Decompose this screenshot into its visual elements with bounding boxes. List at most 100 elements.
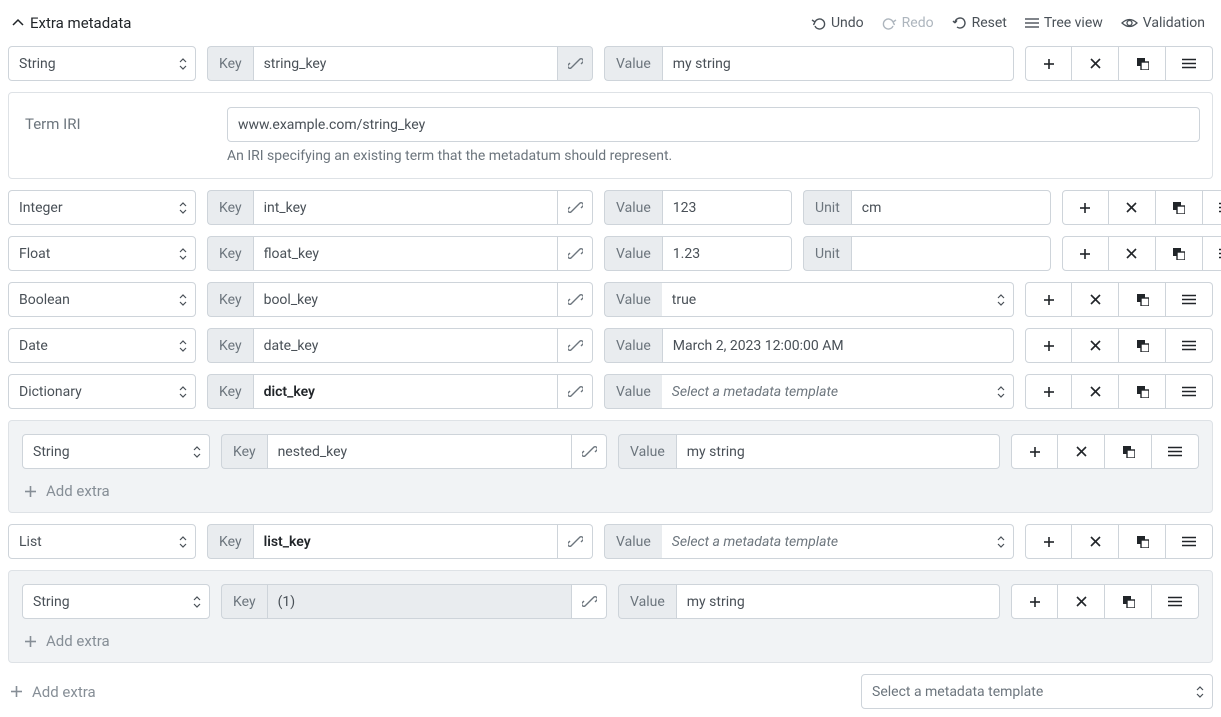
x-icon	[1076, 596, 1087, 607]
validation-button[interactable]: Validation	[1121, 15, 1205, 31]
date-input[interactable]	[662, 328, 1014, 363]
undo-button[interactable]: Undo	[811, 15, 864, 31]
type-select[interactable]: List	[8, 524, 196, 559]
drag-handle[interactable]	[1166, 524, 1213, 559]
redo-button[interactable]: Redo	[882, 15, 934, 31]
term-iri-input[interactable]	[227, 107, 1200, 142]
link-button[interactable]	[558, 46, 593, 81]
drag-handle[interactable]	[1166, 374, 1213, 409]
reset-button[interactable]: Reset	[952, 15, 1007, 31]
drag-handle[interactable]	[1203, 236, 1221, 271]
copy-button[interactable]	[1119, 524, 1166, 559]
key-input[interactable]	[253, 236, 558, 271]
section-toggle[interactable]: Extra metadata	[12, 14, 131, 32]
value-input[interactable]	[676, 584, 1000, 619]
template-value-select[interactable]: Select a metadata template	[662, 524, 1014, 559]
remove-button[interactable]	[1072, 524, 1119, 559]
copy-icon	[1172, 247, 1185, 260]
copy-button[interactable]	[1119, 282, 1166, 317]
drag-handle[interactable]	[1152, 434, 1199, 469]
link-button[interactable]	[572, 434, 607, 469]
remove-button[interactable]	[1072, 46, 1119, 81]
add-button[interactable]	[1011, 584, 1058, 619]
link-button[interactable]	[558, 374, 593, 409]
value-input[interactable]	[662, 46, 1014, 81]
type-select[interactable]: Date	[8, 328, 196, 363]
metadata-row-date: Date Key Value	[8, 328, 1213, 363]
drag-handle[interactable]	[1152, 584, 1199, 619]
remove-button[interactable]	[1072, 374, 1119, 409]
copy-button[interactable]	[1105, 584, 1152, 619]
add-button[interactable]	[1025, 282, 1072, 317]
value-input[interactable]	[662, 236, 792, 271]
link-button[interactable]	[558, 524, 593, 559]
key-input[interactable]	[253, 282, 558, 317]
term-iri-panel: Term IRI An IRI specifying an existing t…	[8, 92, 1213, 179]
add-extra-button[interactable]: Add extra	[22, 478, 1199, 504]
add-button[interactable]	[1025, 328, 1072, 363]
copy-button[interactable]	[1156, 236, 1203, 271]
add-button[interactable]	[1062, 236, 1109, 271]
add-button[interactable]	[1025, 46, 1072, 81]
plus-icon	[24, 635, 37, 648]
unit-input[interactable]	[851, 190, 1051, 225]
type-select[interactable]: Float	[8, 236, 196, 271]
copy-button[interactable]	[1156, 190, 1203, 225]
template-select[interactable]: Select a metadata template	[861, 674, 1213, 709]
key-input[interactable]	[253, 190, 558, 225]
value-input[interactable]	[662, 190, 792, 225]
metadata-row-nested: String Key Value	[22, 434, 1199, 469]
link-button[interactable]	[558, 282, 593, 317]
template-value-select[interactable]: Select a metadata template	[662, 374, 1014, 409]
remove-button[interactable]	[1072, 328, 1119, 363]
value-input[interactable]	[676, 434, 1000, 469]
copy-button[interactable]	[1119, 328, 1166, 363]
key-input[interactable]	[253, 46, 558, 81]
copy-icon	[1172, 201, 1185, 214]
type-select[interactable]: String	[22, 584, 210, 619]
drag-handle[interactable]	[1166, 328, 1213, 363]
value-label: Value	[604, 374, 662, 409]
type-select[interactable]: Dictionary	[8, 374, 196, 409]
remove-button[interactable]	[1072, 282, 1119, 317]
reset-label: Reset	[972, 15, 1007, 31]
plus-icon	[1079, 202, 1091, 214]
key-input[interactable]	[253, 328, 558, 363]
key-input[interactable]	[253, 374, 558, 409]
key-label: Key	[207, 328, 253, 363]
link-button[interactable]	[558, 190, 593, 225]
remove-button[interactable]	[1109, 236, 1156, 271]
type-select[interactable]: String	[8, 46, 196, 81]
link-button[interactable]	[558, 328, 593, 363]
type-select[interactable]: String	[22, 434, 210, 469]
type-select[interactable]: Integer	[8, 190, 196, 225]
remove-button[interactable]	[1109, 190, 1156, 225]
link-button[interactable]	[558, 236, 593, 271]
key-input	[267, 584, 572, 619]
unit-input[interactable]	[851, 236, 1051, 271]
tree-view-button[interactable]: Tree view	[1025, 15, 1103, 31]
add-button[interactable]	[1025, 524, 1072, 559]
add-button[interactable]	[1062, 190, 1109, 225]
copy-button[interactable]	[1119, 46, 1166, 81]
add-button[interactable]	[1011, 434, 1058, 469]
drag-handle[interactable]	[1166, 46, 1213, 81]
value-label: Value	[618, 434, 676, 469]
copy-button[interactable]	[1105, 434, 1152, 469]
copy-button[interactable]	[1119, 374, 1166, 409]
list-nested-panel: String Key Value Add extra	[8, 570, 1213, 663]
boolean-value-select[interactable]: true	[662, 282, 1014, 317]
link-button[interactable]	[572, 584, 607, 619]
x-icon	[1126, 202, 1137, 213]
drag-handle[interactable]	[1203, 190, 1221, 225]
add-extra-button[interactable]: Add extra	[22, 628, 1199, 654]
key-input[interactable]	[253, 524, 558, 559]
drag-handle[interactable]	[1166, 282, 1213, 317]
key-input[interactable]	[267, 434, 572, 469]
remove-button[interactable]	[1058, 434, 1105, 469]
metadata-row-string: String Key Value	[8, 46, 1213, 81]
add-extra-button[interactable]: Add extra	[8, 679, 98, 705]
remove-button[interactable]	[1058, 584, 1105, 619]
type-select[interactable]: Boolean	[8, 282, 196, 317]
add-button[interactable]	[1025, 374, 1072, 409]
